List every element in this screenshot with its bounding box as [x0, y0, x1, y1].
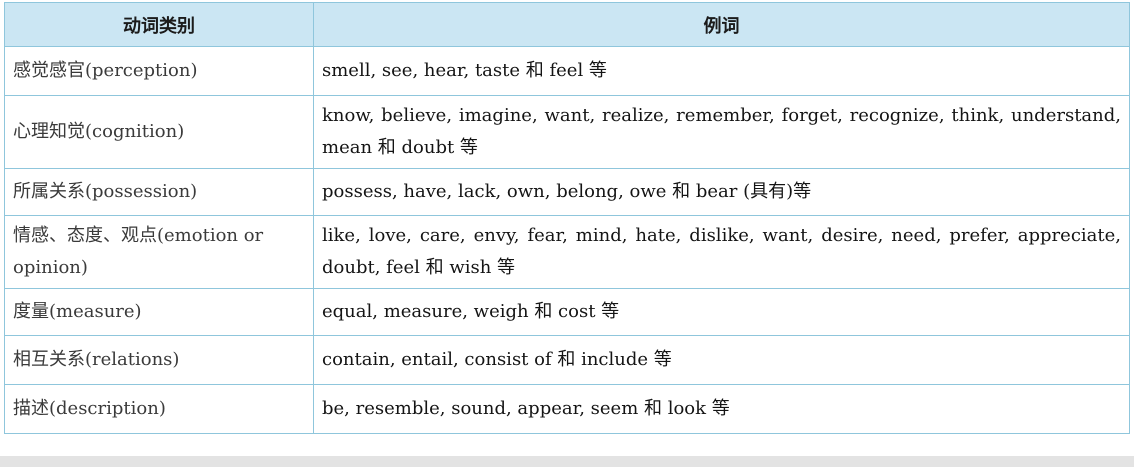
- examples-cell: possess, have, lack, own, belong, owe 和 …: [313, 168, 1130, 216]
- header-category: 动词类别: [4, 2, 314, 47]
- table-row: 感觉感官(perception) smell, see, hear, taste…: [4, 46, 1130, 96]
- table-row: 心理知觉(cognition) know, believe, imagine, …: [4, 95, 1130, 169]
- examples-cell: know, believe, imagine, want, realize, r…: [313, 95, 1130, 169]
- table-row: 相互关系(relations) contain, entail, consist…: [4, 335, 1130, 385]
- header-examples: 例词: [313, 2, 1130, 47]
- category-cell: 心理知觉(cognition): [4, 95, 314, 169]
- table-row: 度量(measure) equal, measure, weigh 和 cost…: [4, 288, 1130, 336]
- examples-cell: contain, entail, consist of 和 include 等: [313, 335, 1130, 385]
- verb-category-table: 动词类别 例词 感觉感官(perception) smell, see, hea…: [4, 2, 1130, 434]
- table-header-row: 动词类别 例词: [4, 2, 1130, 47]
- examples-cell: like, love, care, envy, fear, mind, hate…: [313, 215, 1130, 289]
- category-cell: 相互关系(relations): [4, 335, 314, 385]
- category-cell: 所属关系(possession): [4, 168, 314, 216]
- category-cell: 度量(measure): [4, 288, 314, 336]
- examples-cell: be, resemble, sound, appear, seem 和 look…: [313, 384, 1130, 434]
- examples-cell: equal, measure, weigh 和 cost 等: [313, 288, 1130, 336]
- examples-cell: smell, see, hear, taste 和 feel 等: [313, 46, 1130, 96]
- category-cell: 感觉感官(perception): [4, 46, 314, 96]
- table-row: 描述(description) be, resemble, sound, app…: [4, 384, 1130, 434]
- category-cell: 描述(description): [4, 384, 314, 434]
- table-row: 情感、态度、观点(emotion or opinion) like, love,…: [4, 215, 1130, 289]
- bottom-edge-bar: [0, 456, 1134, 467]
- table-row: 所属关系(possession) possess, have, lack, ow…: [4, 168, 1130, 216]
- document-frame: 动词类别 例词 感觉感官(perception) smell, see, hea…: [0, 0, 1134, 467]
- category-cell: 情感、态度、观点(emotion or opinion): [4, 215, 314, 289]
